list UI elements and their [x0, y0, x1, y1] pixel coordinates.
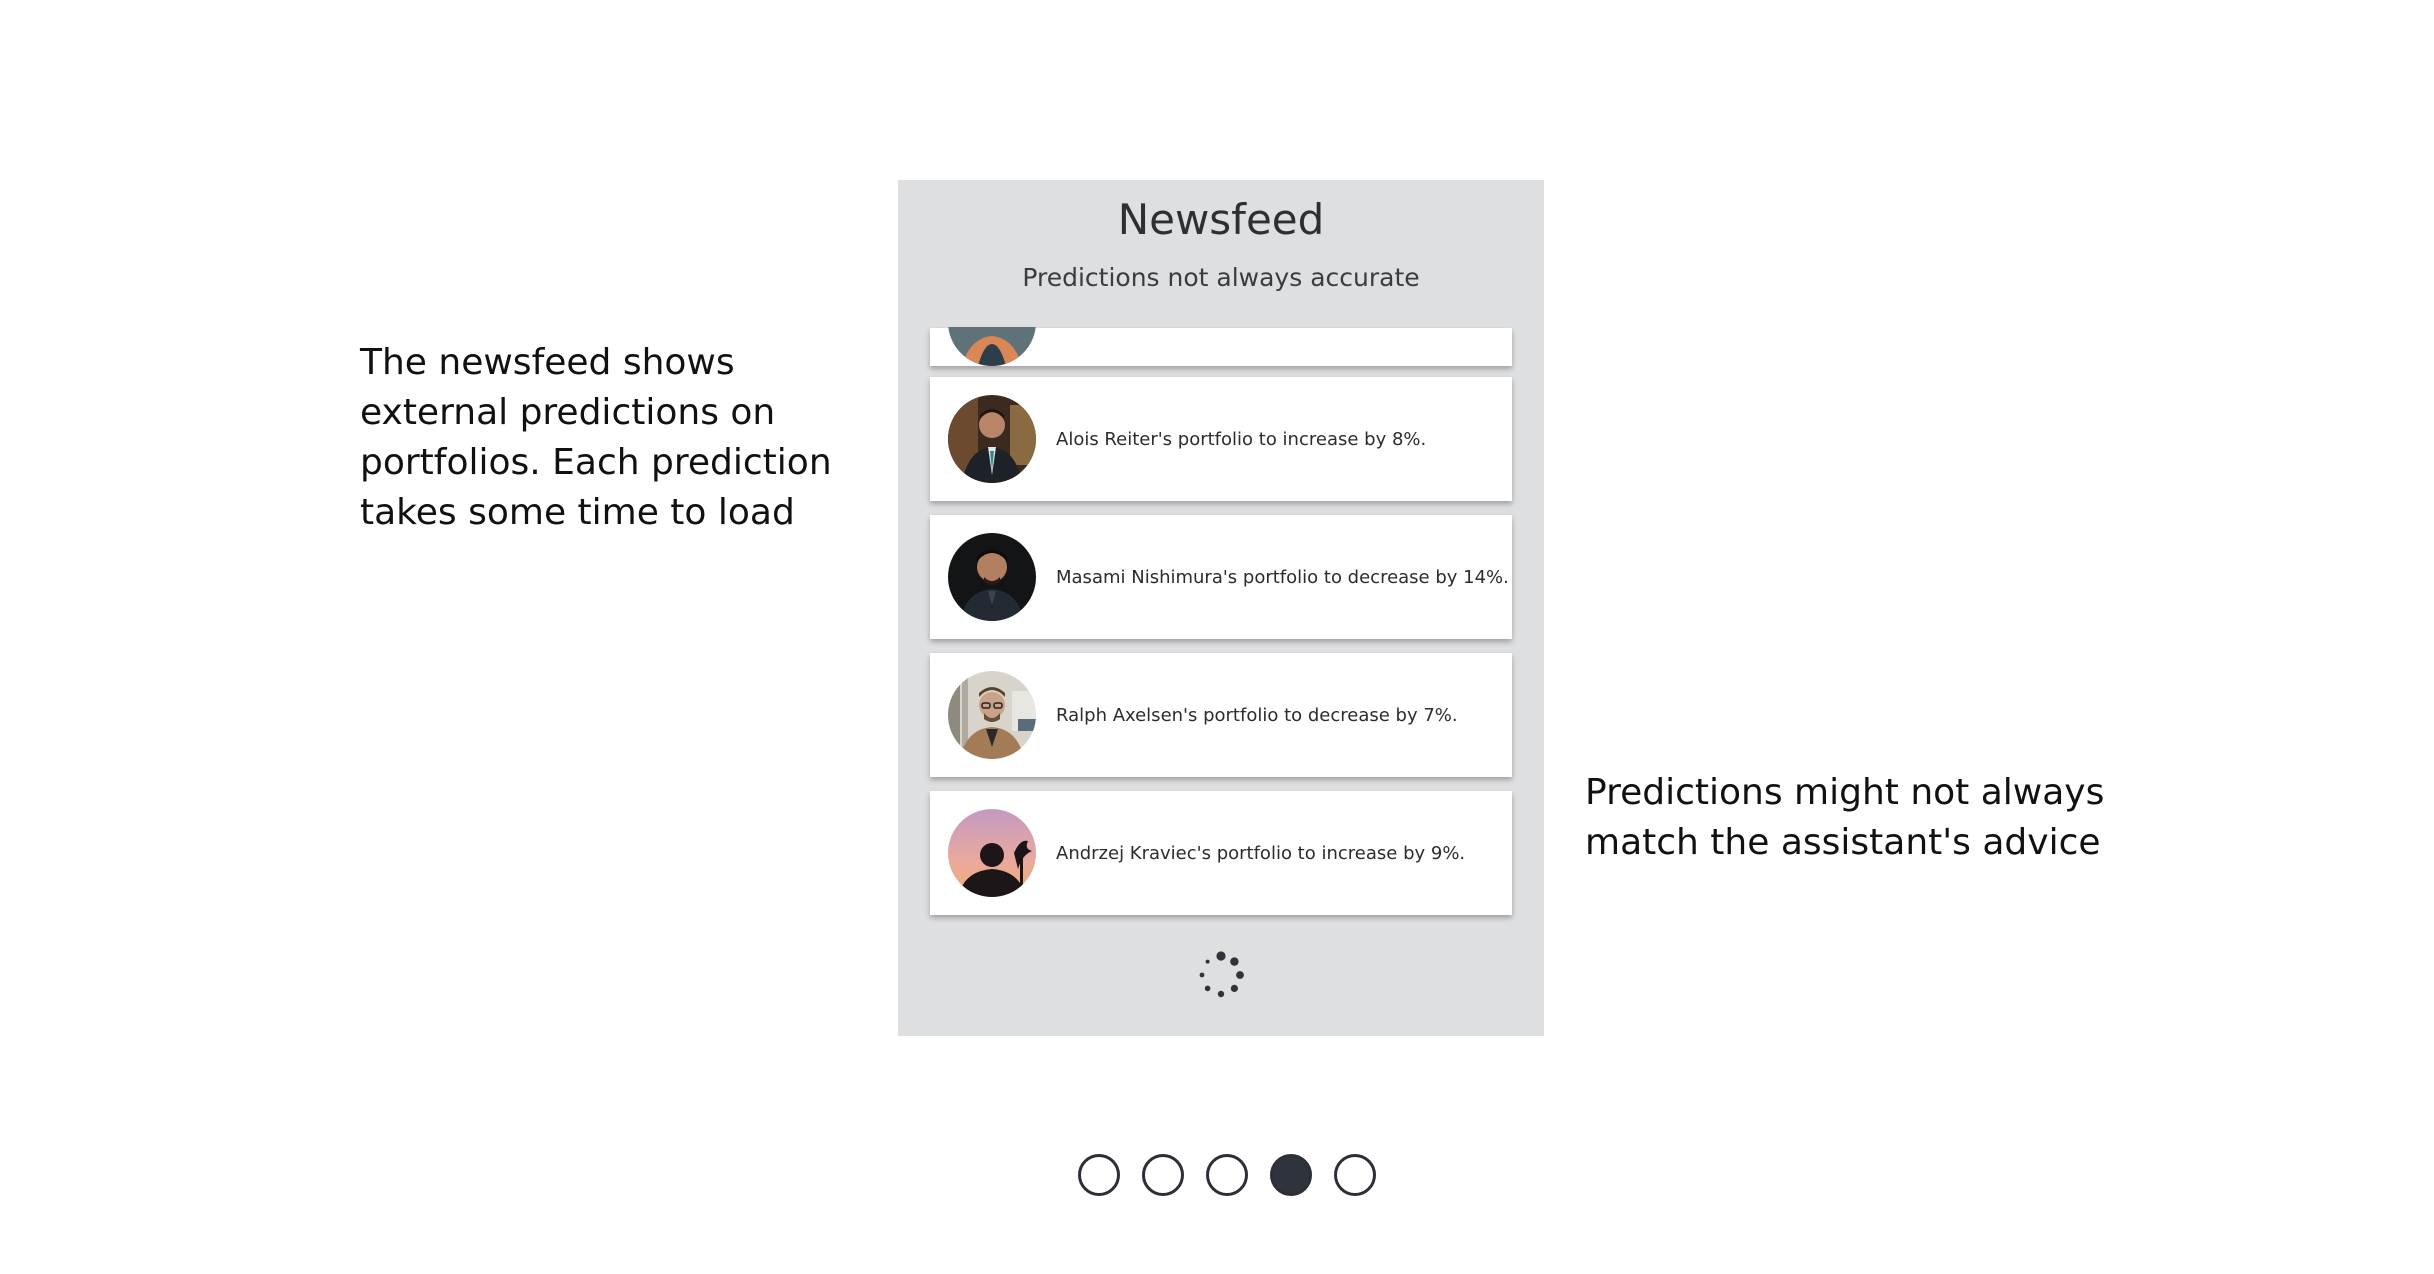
pager-dot[interactable]	[1078, 1154, 1120, 1196]
pager-dot[interactable]	[1142, 1154, 1184, 1196]
news-card[interactable]: Alois Reiter's portfolio to increase by …	[930, 377, 1512, 501]
news-card[interactable]: Ralph Axelsen's portfolio to decrease by…	[930, 653, 1512, 777]
avatar	[948, 809, 1036, 897]
loading-spinner-icon	[1196, 950, 1246, 1000]
annotation-right: Predictions might not always match the a…	[1585, 772, 2105, 863]
slide-pager	[1078, 1154, 1376, 1196]
news-text: Andrzej Kraviec's portfolio to increase …	[1056, 842, 1466, 864]
news-text: Ralph Axelsen's portfolio to decrease by…	[1056, 704, 1458, 726]
avatar	[948, 533, 1036, 621]
pager-dot[interactable]	[1206, 1154, 1248, 1196]
newsfeed-panel: Alois Reiter's portfolio to increase by …	[898, 180, 1544, 1036]
annotation-left: The newsfeed shows external predictions …	[360, 342, 832, 533]
slide: The newsfeed shows external predictions …	[0, 0, 2434, 1274]
news-card[interactable]	[930, 278, 1512, 366]
avatar	[948, 671, 1036, 759]
news-text: Alois Reiter's portfolio to increase by …	[1056, 428, 1427, 450]
pager-dot[interactable]	[1334, 1154, 1376, 1196]
newsfeed-header: Newsfeed Predictions not always accurate	[898, 180, 1544, 327]
avatar	[948, 395, 1036, 483]
news-card[interactable]: Andrzej Kraviec's portfolio to increase …	[930, 791, 1512, 915]
news-text: Masami Nishimura's portfolio to decrease…	[1056, 566, 1509, 588]
news-card[interactable]: Masami Nishimura's portfolio to decrease…	[930, 515, 1512, 639]
newsfeed-title: Newsfeed	[1117, 195, 1325, 244]
pager-dot-active[interactable]	[1270, 1154, 1312, 1196]
newsfeed-subtitle: Predictions not always accurate	[1022, 263, 1420, 292]
